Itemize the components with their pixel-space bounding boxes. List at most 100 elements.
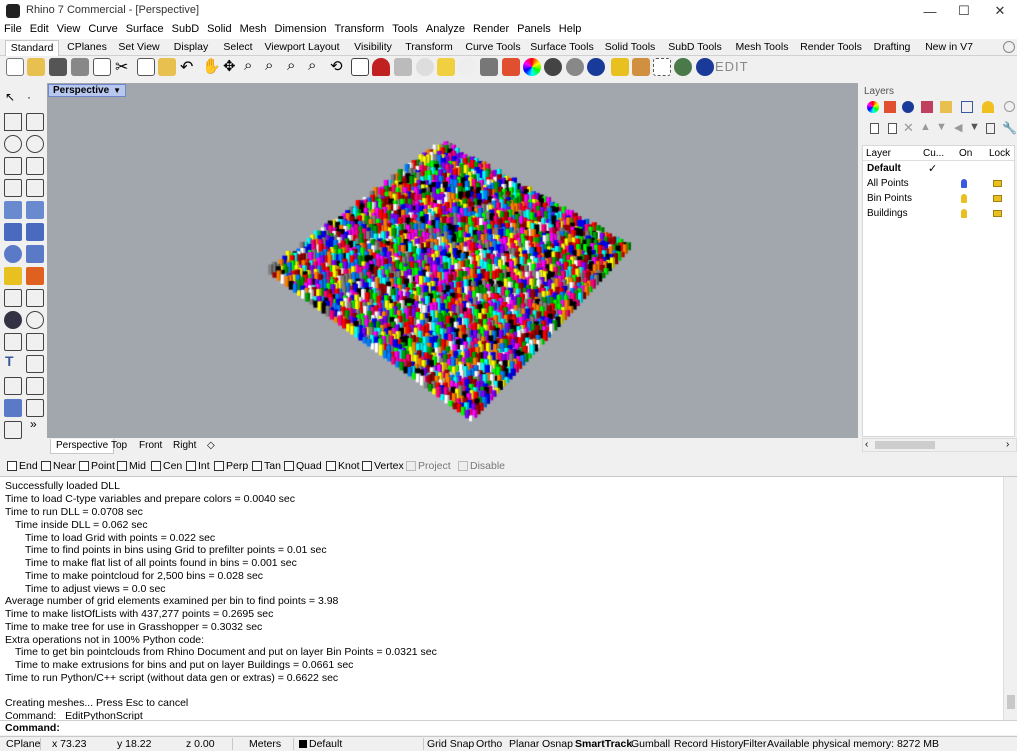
layer-on-bulb-icon[interactable]	[961, 179, 967, 188]
print-icon[interactable]	[71, 58, 89, 76]
explode-icon[interactable]	[26, 267, 44, 285]
menu-transform[interactable]: Transform	[331, 22, 389, 39]
circle-icon[interactable]	[4, 135, 22, 153]
menu-mesh[interactable]: Mesh	[236, 22, 271, 39]
menu-help[interactable]: Help	[555, 22, 586, 39]
unlocked-icon[interactable]	[993, 180, 1002, 187]
command-history[interactable]: Successfully loaded DLL Time to load C-t…	[0, 476, 1017, 722]
paste-icon[interactable]	[158, 58, 176, 76]
history-scrollbar[interactable]	[1003, 477, 1017, 721]
offset-icon[interactable]	[26, 179, 44, 197]
status-units[interactable]: Meters	[249, 737, 281, 751]
close-button[interactable]: ✕	[983, 0, 1017, 22]
new-sublayer-icon[interactable]	[888, 123, 897, 134]
fillet-icon[interactable]	[4, 333, 22, 351]
point-icon[interactable]	[437, 58, 455, 76]
new-layer-icon[interactable]	[870, 123, 879, 134]
zoom-selected-icon[interactable]: ⌕	[308, 57, 316, 74]
text-tool-icon[interactable]: T	[5, 353, 14, 369]
zoom-extents-icon[interactable]: ⌕	[287, 57, 295, 74]
osnap-perp-checkbox[interactable]	[214, 461, 224, 471]
vptab-right[interactable]: Right	[168, 439, 201, 454]
layer-row-buildings[interactable]: Buildings	[863, 207, 1014, 222]
tab-drafting[interactable]: Drafting	[870, 40, 914, 56]
status-planar[interactable]: Planar	[509, 737, 539, 751]
select-arrow-icon[interactable]: ↖	[5, 90, 15, 104]
maximize-button[interactable]: ☐	[947, 0, 981, 22]
status-ortho[interactable]: Ortho	[476, 737, 502, 751]
polygon-icon[interactable]	[4, 179, 22, 197]
help-icon[interactable]	[696, 58, 714, 76]
properties-icon[interactable]	[93, 58, 111, 76]
osnap-knot-checkbox[interactable]	[326, 461, 336, 471]
undo-view-icon[interactable]: ⟲	[330, 57, 343, 75]
col-current[interactable]: Cu...	[923, 148, 944, 159]
surface-icon[interactable]	[4, 201, 22, 219]
menu-curve[interactable]: Curve	[84, 22, 121, 39]
four-view-icon[interactable]	[351, 58, 369, 76]
open-icon[interactable]	[27, 58, 45, 76]
viewport-label[interactable]: Perspective ▼	[48, 84, 127, 97]
osnap-end-checkbox[interactable]	[7, 461, 17, 471]
rotate-view-icon[interactable]: ✥	[223, 57, 236, 75]
osnap-int-checkbox[interactable]	[186, 461, 196, 471]
layer-row-default[interactable]: Default ✓	[863, 162, 1014, 177]
status-grid-snap[interactable]: Grid Snap	[427, 737, 474, 751]
edit-script-button[interactable]: EDIT	[715, 59, 749, 74]
status-record-history[interactable]: Record History	[674, 737, 743, 751]
osnap-quad-checkbox[interactable]	[284, 461, 294, 471]
vptab-front[interactable]: Front	[134, 439, 167, 454]
scroll-thumb[interactable]	[875, 441, 935, 449]
render-panel-icon[interactable]	[902, 101, 914, 113]
filter-icon[interactable]: ▼	[969, 121, 980, 133]
pan-icon[interactable]: ✋	[202, 57, 221, 75]
gumball-icon[interactable]	[653, 58, 671, 76]
vptab-perspective[interactable]: Perspective	[50, 439, 115, 454]
menu-analyze[interactable]: Analyze	[422, 22, 469, 39]
properties-panel-icon[interactable]	[867, 101, 879, 113]
move-down-icon[interactable]: ▼	[936, 121, 947, 133]
viewport-menu-arrow-icon[interactable]: ▼	[113, 86, 121, 95]
cylinder-icon[interactable]	[4, 245, 22, 263]
libraries-panel-icon[interactable]	[940, 101, 952, 113]
status-osnap[interactable]: Osnap	[542, 737, 573, 751]
mesh-icon[interactable]	[26, 245, 44, 263]
menu-file[interactable]: File	[0, 22, 26, 39]
boolean-icon[interactable]	[4, 267, 22, 285]
render-preview-icon[interactable]	[566, 58, 584, 76]
col-lock[interactable]: Lock	[989, 148, 1010, 159]
menu-solid[interactable]: Solid	[203, 22, 235, 39]
zoom-window-icon[interactable]: ⌕	[265, 57, 273, 74]
options-icon[interactable]	[632, 58, 650, 76]
color-wheel-icon[interactable]	[523, 58, 541, 76]
layer-tools-icon[interactable]	[986, 123, 995, 134]
chamfer-icon[interactable]	[26, 333, 44, 351]
tab-transform[interactable]: Transform	[402, 40, 456, 56]
layer-on-bulb-icon[interactable]	[961, 194, 967, 203]
layer-on-bulb-icon[interactable]	[961, 209, 967, 218]
scroll-left-icon[interactable]: ‹	[865, 439, 868, 450]
tab-surface-tools[interactable]: Surface Tools	[528, 40, 596, 56]
layer-icon[interactable]	[502, 58, 520, 76]
join-icon[interactable]	[4, 311, 22, 329]
scroll-right-icon[interactable]: ›	[1006, 439, 1009, 450]
array-icon[interactable]	[4, 377, 22, 395]
group-icon[interactable]	[26, 311, 44, 329]
status-current-layer[interactable]: Default	[309, 737, 342, 751]
tab-viewport-layout[interactable]: Viewport Layout	[262, 40, 342, 56]
osnap-tan-checkbox[interactable]	[252, 461, 262, 471]
extrude-icon[interactable]	[26, 223, 44, 241]
tab-new-in-v7[interactable]: New in V7	[922, 40, 976, 56]
loft-icon[interactable]	[26, 201, 44, 219]
status-filter[interactable]: Filter	[743, 737, 766, 751]
point-tool-icon[interactable]: ·	[27, 90, 31, 104]
unlocked-icon[interactable]	[993, 195, 1002, 202]
menu-edit[interactable]: Edit	[26, 22, 53, 39]
tab-set-view[interactable]: Set View	[114, 40, 164, 56]
copy-icon[interactable]	[137, 58, 155, 76]
move-out-icon[interactable]: ◀	[954, 121, 962, 134]
perspective-viewport[interactable]	[47, 83, 858, 438]
menu-view[interactable]: View	[53, 22, 85, 39]
layers-panel-icon[interactable]	[884, 101, 896, 113]
col-layer[interactable]: Layer	[866, 148, 891, 159]
